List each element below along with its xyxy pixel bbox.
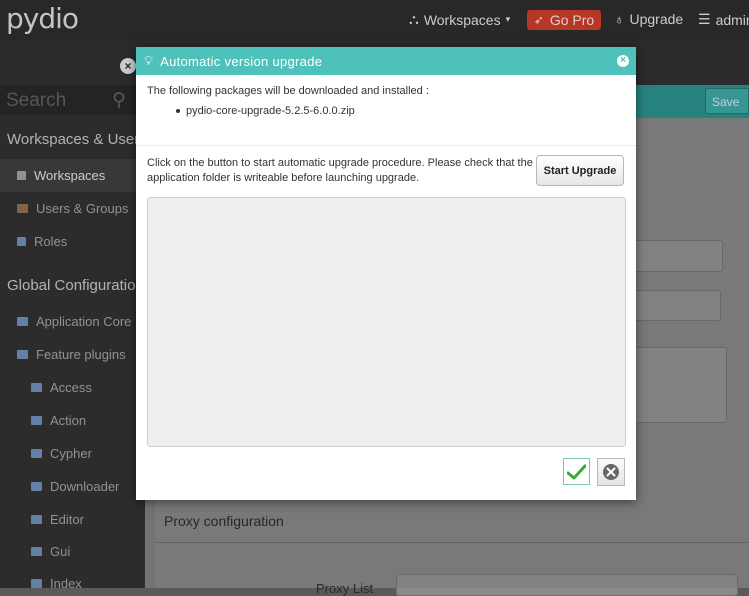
- lightbulb-icon: 💡︎: [144, 53, 154, 68]
- dialog-intro: The following packages will be downloade…: [147, 85, 429, 97]
- divider: [136, 145, 636, 146]
- bullet-icon: [176, 109, 180, 113]
- dialog-instructions: Click on the button to start automatic u…: [147, 157, 533, 184]
- dialog-title: Automatic version upgrade: [160, 53, 323, 69]
- upgrade-log-area[interactable]: [147, 197, 626, 447]
- package-name: pydio-core-upgrade-5.2.5-6.0.0.zip: [186, 105, 355, 117]
- close-icon[interactable]: ×: [617, 55, 629, 67]
- checkmark-icon: [567, 464, 586, 479]
- start-upgrade-button[interactable]: Start Upgrade: [536, 155, 624, 186]
- ok-button[interactable]: [563, 458, 590, 485]
- package-list-item: pydio-core-upgrade-5.2.5-6.0.0.zip: [176, 105, 355, 117]
- dialog-header: 💡︎ Automatic version upgrade ×: [136, 47, 636, 75]
- upgrade-dialog: 💡︎ Automatic version upgrade × The follo…: [136, 47, 636, 500]
- cancel-icon: [603, 464, 619, 480]
- cancel-button[interactable]: [597, 458, 625, 486]
